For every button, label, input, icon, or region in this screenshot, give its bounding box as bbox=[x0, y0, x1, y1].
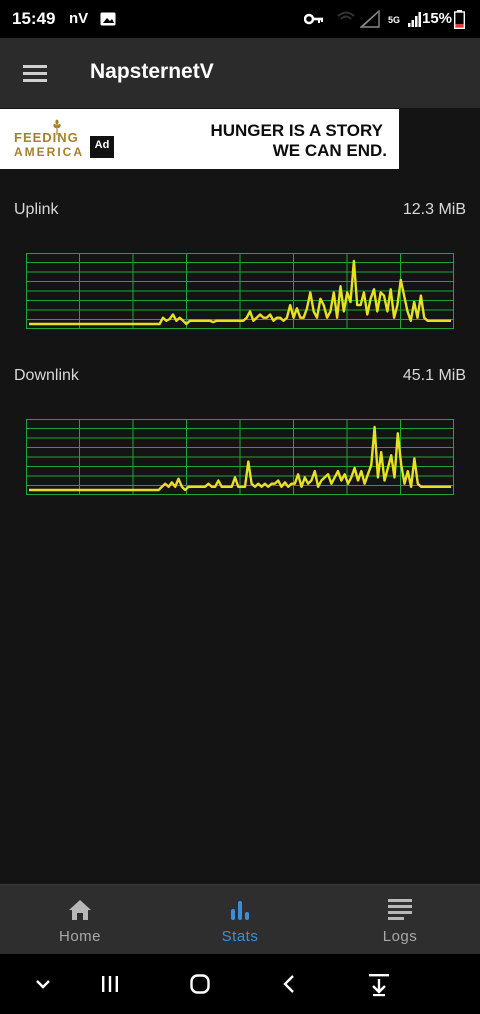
ad-badge-text: Ad bbox=[94, 139, 110, 151]
wheat-logo-icon bbox=[53, 119, 61, 135]
ad-banner[interactable]: FEEDING AMERICA Ad HUNGER IS A STORY WE … bbox=[0, 109, 399, 169]
nav-home-label: Home bbox=[58, 928, 101, 945]
network-type: 5G bbox=[388, 15, 401, 25]
vpn-key-icon bbox=[304, 13, 323, 25]
uplink-value: 12.3 MiB bbox=[402, 201, 466, 218]
battery-percent: 15% bbox=[422, 10, 453, 27]
downlink-graph bbox=[26, 419, 454, 495]
ad-headline-line2: WE CAN END. bbox=[272, 141, 387, 160]
status-carrier: nV bbox=[69, 10, 89, 27]
nav-logs-label: Logs bbox=[382, 928, 418, 945]
wifi-icon bbox=[337, 11, 355, 20]
app-title: NapsternetV bbox=[90, 60, 214, 83]
nav-stats[interactable]: Stats bbox=[160, 885, 320, 955]
gallery-icon bbox=[100, 12, 116, 26]
downlink-value: 45.1 MiB bbox=[402, 367, 466, 384]
downlink-label: Downlink bbox=[14, 367, 79, 384]
system-navigation-bar bbox=[0, 954, 480, 1014]
home-icon bbox=[69, 900, 91, 920]
app-bar: NapsternetV bbox=[0, 38, 480, 108]
nav-home[interactable]: Home bbox=[0, 885, 160, 955]
ad-council-badge: Ad bbox=[90, 136, 114, 158]
status-bar: 15:49 nV 5G 15% bbox=[0, 0, 480, 38]
list-lines-icon bbox=[388, 899, 412, 920]
home-button-icon[interactable] bbox=[185, 970, 215, 998]
ad-brand-line2: AMERICA bbox=[14, 145, 84, 159]
uplink-graph bbox=[26, 253, 454, 329]
back-icon[interactable] bbox=[275, 970, 305, 998]
bar-chart-icon bbox=[231, 901, 249, 920]
nav-stats-label: Stats bbox=[221, 928, 259, 945]
ad-headline-line1: HUNGER IS A STORY bbox=[210, 121, 383, 140]
uplink-label: Uplink bbox=[14, 201, 59, 218]
status-time: 15:49 bbox=[12, 9, 56, 28]
bottom-navigation: Home Stats Logs bbox=[0, 884, 480, 955]
signal-icon bbox=[360, 10, 380, 28]
recent-apps-icon[interactable] bbox=[95, 970, 125, 998]
battery-icon bbox=[454, 10, 465, 29]
chevron-down-icon[interactable] bbox=[28, 970, 58, 998]
signal-strength-icon bbox=[408, 12, 421, 27]
notification-pull-down-icon[interactable] bbox=[364, 970, 394, 998]
menu-icon[interactable] bbox=[18, 60, 52, 88]
nav-logs[interactable]: Logs bbox=[320, 885, 480, 955]
ad-brand-line1: FEEDING bbox=[14, 130, 79, 145]
